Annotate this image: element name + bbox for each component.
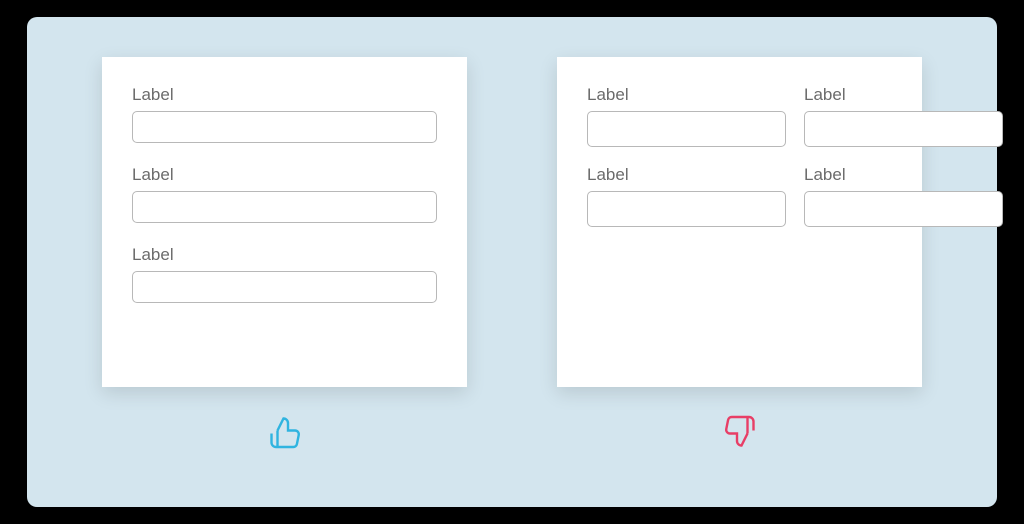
text-input[interactable] (587, 191, 786, 227)
text-input[interactable] (132, 111, 437, 143)
form-field-group: Label (132, 85, 437, 143)
text-input[interactable] (132, 191, 437, 223)
form-field-group: Label (587, 165, 786, 227)
rating-icon-wrap (722, 407, 758, 457)
form-field-group: Label (587, 85, 786, 147)
field-label: Label (132, 245, 437, 265)
field-label: Label (804, 165, 1003, 185)
form-field-group: Label (132, 165, 437, 223)
rating-icon-wrap (267, 407, 303, 457)
thumbs-up-icon (267, 414, 303, 450)
form-field-group: Label (804, 165, 1003, 227)
field-label: Label (587, 165, 786, 185)
bad-example: Label Label Label Label (557, 57, 922, 457)
field-label: Label (132, 85, 437, 105)
field-label: Label (587, 85, 786, 105)
form-field-group: Label (132, 245, 437, 303)
single-column-form-card: Label Label Label (102, 57, 467, 387)
thumbs-down-icon (722, 414, 758, 450)
text-input[interactable] (804, 191, 1003, 227)
text-input[interactable] (804, 111, 1003, 147)
good-example: Label Label Label (102, 57, 467, 457)
field-label: Label (132, 165, 437, 185)
comparison-diagram: Label Label Label Label (27, 17, 997, 507)
text-input[interactable] (587, 111, 786, 147)
form-field-group: Label (804, 85, 1003, 147)
text-input[interactable] (132, 271, 437, 303)
field-label: Label (804, 85, 1003, 105)
multi-column-form-card: Label Label Label Label (557, 57, 922, 387)
